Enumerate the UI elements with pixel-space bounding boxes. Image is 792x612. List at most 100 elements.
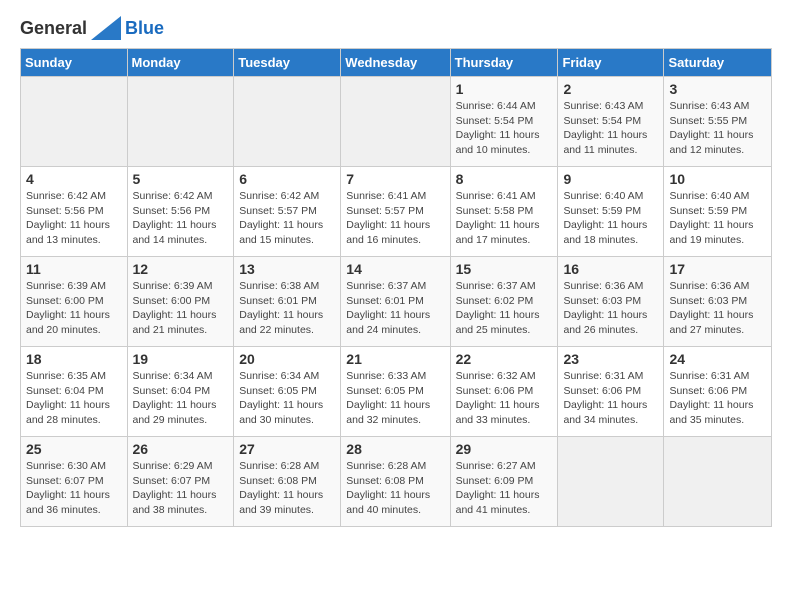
calendar-cell: 29 Sunrise: 6:27 AMSunset: 6:09 PMDayligh… — [450, 437, 558, 527]
day-number: 18 — [26, 351, 122, 367]
calendar-cell: 18 Sunrise: 6:35 AMSunset: 6:04 PMDayligh… — [21, 347, 128, 437]
day-number: 3 — [669, 81, 766, 97]
logo-blue: Blue — [125, 18, 164, 39]
day-content: Sunrise: 6:42 AMSunset: 5:56 PMDaylight:… — [133, 189, 229, 248]
day-content: Sunrise: 6:43 AMSunset: 5:54 PMDaylight:… — [563, 99, 658, 158]
day-content: Sunrise: 6:28 AMSunset: 6:08 PMDaylight:… — [346, 459, 444, 518]
calendar-cell — [234, 77, 341, 167]
logo-icon — [91, 16, 121, 40]
day-content: Sunrise: 6:40 AMSunset: 5:59 PMDaylight:… — [669, 189, 766, 248]
day-number: 7 — [346, 171, 444, 187]
day-content: Sunrise: 6:41 AMSunset: 5:58 PMDaylight:… — [456, 189, 553, 248]
page-header: General Blue — [20, 16, 772, 40]
week-row-2: 4 Sunrise: 6:42 AMSunset: 5:56 PMDaylight… — [21, 167, 772, 257]
weekday-header-monday: Monday — [127, 49, 234, 77]
day-content: Sunrise: 6:32 AMSunset: 6:06 PMDaylight:… — [456, 369, 553, 428]
calendar-cell: 25 Sunrise: 6:30 AMSunset: 6:07 PMDayligh… — [21, 437, 128, 527]
day-number: 8 — [456, 171, 553, 187]
day-number: 24 — [669, 351, 766, 367]
day-content: Sunrise: 6:37 AMSunset: 6:01 PMDaylight:… — [346, 279, 444, 338]
day-content: Sunrise: 6:44 AMSunset: 5:54 PMDaylight:… — [456, 99, 553, 158]
day-content: Sunrise: 6:41 AMSunset: 5:57 PMDaylight:… — [346, 189, 444, 248]
calendar-cell: 16 Sunrise: 6:36 AMSunset: 6:03 PMDayligh… — [558, 257, 664, 347]
calendar-cell — [341, 77, 450, 167]
calendar-cell: 14 Sunrise: 6:37 AMSunset: 6:01 PMDayligh… — [341, 257, 450, 347]
day-number: 12 — [133, 261, 229, 277]
day-number: 15 — [456, 261, 553, 277]
logo-general: General — [20, 18, 87, 39]
week-row-1: 1 Sunrise: 6:44 AMSunset: 5:54 PMDaylight… — [21, 77, 772, 167]
calendar-cell: 28Sunrise: 6:28 AMSunset: 6:08 PMDayligh… — [341, 437, 450, 527]
calendar-cell: 17Sunrise: 6:36 AMSunset: 6:03 PMDayligh… — [664, 257, 772, 347]
week-row-5: 25 Sunrise: 6:30 AMSunset: 6:07 PMDayligh… — [21, 437, 772, 527]
day-number: 25 — [26, 441, 122, 457]
weekday-header-wednesday: Wednesday — [341, 49, 450, 77]
calendar-cell: 11 Sunrise: 6:39 AMSunset: 6:00 PMDayligh… — [21, 257, 128, 347]
calendar-cell — [21, 77, 128, 167]
calendar-cell: 7 Sunrise: 6:41 AMSunset: 5:57 PMDaylight… — [341, 167, 450, 257]
calendar-cell: 4Sunrise: 6:42 AMSunset: 5:56 PMDaylight… — [21, 167, 128, 257]
calendar-cell: 23Sunrise: 6:31 AMSunset: 6:06 PMDayligh… — [558, 347, 664, 437]
day-content: Sunrise: 6:42 AMSunset: 5:57 PMDaylight:… — [239, 189, 335, 248]
weekday-header-tuesday: Tuesday — [234, 49, 341, 77]
calendar-cell: 10 Sunrise: 6:40 AMSunset: 5:59 PMDayligh… — [664, 167, 772, 257]
day-content: Sunrise: 6:28 AMSunset: 6:08 PMDaylight:… — [239, 459, 335, 518]
calendar-cell: 8 Sunrise: 6:41 AMSunset: 5:58 PMDaylight… — [450, 167, 558, 257]
day-number: 11 — [26, 261, 122, 277]
day-number: 6 — [239, 171, 335, 187]
weekday-header-saturday: Saturday — [664, 49, 772, 77]
day-content: Sunrise: 6:27 AMSunset: 6:09 PMDaylight:… — [456, 459, 553, 518]
day-number: 10 — [669, 171, 766, 187]
week-row-3: 11 Sunrise: 6:39 AMSunset: 6:00 PMDayligh… — [21, 257, 772, 347]
day-content: Sunrise: 6:40 AMSunset: 5:59 PMDaylight:… — [563, 189, 658, 248]
day-number: 1 — [456, 81, 553, 97]
calendar-cell: 12 Sunrise: 6:39 AMSunset: 6:00 PMDayligh… — [127, 257, 234, 347]
day-number: 17 — [669, 261, 766, 277]
calendar-cell: 27 Sunrise: 6:28 AMSunset: 6:08 PMDayligh… — [234, 437, 341, 527]
day-number: 5 — [133, 171, 229, 187]
day-number: 23 — [563, 351, 658, 367]
day-number: 29 — [456, 441, 553, 457]
day-content: Sunrise: 6:39 AMSunset: 6:00 PMDaylight:… — [133, 279, 229, 338]
day-number: 2 — [563, 81, 658, 97]
day-content: Sunrise: 6:37 AMSunset: 6:02 PMDaylight:… — [456, 279, 553, 338]
weekday-header-row: SundayMondayTuesdayWednesdayThursdayFrid… — [21, 49, 772, 77]
day-content: Sunrise: 6:36 AMSunset: 6:03 PMDaylight:… — [563, 279, 658, 338]
calendar-cell: 9 Sunrise: 6:40 AMSunset: 5:59 PMDaylight… — [558, 167, 664, 257]
calendar-cell — [664, 437, 772, 527]
calendar-cell: 5 Sunrise: 6:42 AMSunset: 5:56 PMDaylight… — [127, 167, 234, 257]
calendar-cell: 22Sunrise: 6:32 AMSunset: 6:06 PMDayligh… — [450, 347, 558, 437]
day-number: 14 — [346, 261, 444, 277]
day-number: 19 — [133, 351, 229, 367]
calendar-cell: 20 Sunrise: 6:34 AMSunset: 6:05 PMDayligh… — [234, 347, 341, 437]
weekday-header-sunday: Sunday — [21, 49, 128, 77]
day-content: Sunrise: 6:30 AMSunset: 6:07 PMDaylight:… — [26, 459, 122, 518]
logo: General Blue — [20, 16, 164, 40]
day-content: Sunrise: 6:39 AMSunset: 6:00 PMDaylight:… — [26, 279, 122, 338]
weekday-header-friday: Friday — [558, 49, 664, 77]
calendar-cell: 6 Sunrise: 6:42 AMSunset: 5:57 PMDaylight… — [234, 167, 341, 257]
calendar-cell — [127, 77, 234, 167]
day-content: Sunrise: 6:31 AMSunset: 6:06 PMDaylight:… — [669, 369, 766, 428]
day-content: Sunrise: 6:34 AMSunset: 6:05 PMDaylight:… — [239, 369, 335, 428]
day-number: 16 — [563, 261, 658, 277]
day-number: 20 — [239, 351, 335, 367]
calendar-cell: 13Sunrise: 6:38 AMSunset: 6:01 PMDayligh… — [234, 257, 341, 347]
calendar-cell: 3 Sunrise: 6:43 AMSunset: 5:55 PMDaylight… — [664, 77, 772, 167]
calendar-cell — [558, 437, 664, 527]
day-number: 21 — [346, 351, 444, 367]
day-content: Sunrise: 6:35 AMSunset: 6:04 PMDaylight:… — [26, 369, 122, 428]
day-number: 4 — [26, 171, 122, 187]
day-content: Sunrise: 6:38 AMSunset: 6:01 PMDaylight:… — [239, 279, 335, 338]
calendar-cell: 1 Sunrise: 6:44 AMSunset: 5:54 PMDaylight… — [450, 77, 558, 167]
day-number: 27 — [239, 441, 335, 457]
calendar-cell: 26Sunrise: 6:29 AMSunset: 6:07 PMDayligh… — [127, 437, 234, 527]
day-content: Sunrise: 6:43 AMSunset: 5:55 PMDaylight:… — [669, 99, 766, 158]
day-content: Sunrise: 6:33 AMSunset: 6:05 PMDaylight:… — [346, 369, 444, 428]
day-content: Sunrise: 6:29 AMSunset: 6:07 PMDaylight:… — [133, 459, 229, 518]
calendar-cell: 19Sunrise: 6:34 AMSunset: 6:04 PMDayligh… — [127, 347, 234, 437]
day-number: 9 — [563, 171, 658, 187]
calendar-cell: 24 Sunrise: 6:31 AMSunset: 6:06 PMDayligh… — [664, 347, 772, 437]
week-row-4: 18 Sunrise: 6:35 AMSunset: 6:04 PMDayligh… — [21, 347, 772, 437]
calendar-table: SundayMondayTuesdayWednesdayThursdayFrid… — [20, 48, 772, 527]
